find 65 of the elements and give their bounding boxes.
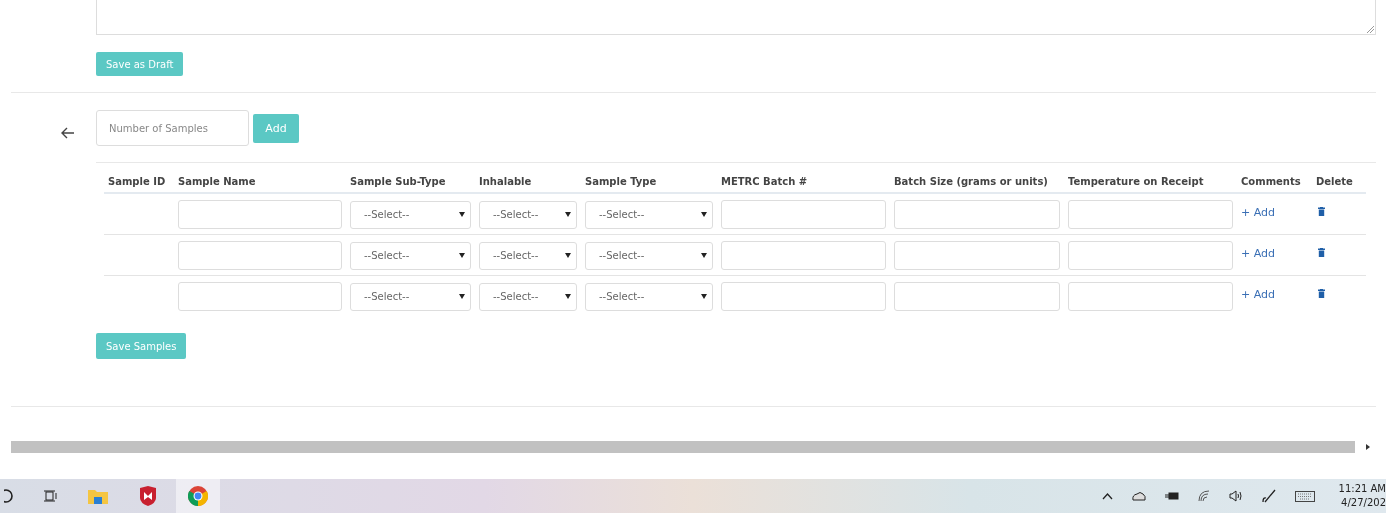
sample-name-field[interactable] <box>178 241 342 270</box>
column-header: Batch Size (grams or units) <box>890 163 1064 193</box>
sample-type-select[interactable]: --Select-- <box>585 241 713 270</box>
add-comment-link[interactable]: + Add <box>1241 247 1275 260</box>
caret-icon <box>701 253 707 258</box>
battery-icon[interactable] <box>1165 491 1179 501</box>
trash-icon[interactable] <box>1318 289 1325 298</box>
wifi-icon[interactable] <box>1198 490 1210 502</box>
column-header: METRC Batch # <box>717 163 890 193</box>
caret-icon <box>459 212 465 217</box>
column-header: Sample Type <box>581 163 717 193</box>
caret-icon <box>565 253 571 258</box>
sample-name-field[interactable] <box>178 200 342 229</box>
column-header: Sample Sub-Type <box>346 163 475 193</box>
column-header: Inhalable <box>475 163 581 193</box>
add-comment-link[interactable]: + Add <box>1241 288 1275 301</box>
task-view-icon[interactable] <box>44 489 58 503</box>
add-comment-link[interactable]: + Add <box>1241 206 1275 219</box>
sub-type-select[interactable]: --Select-- <box>350 200 471 229</box>
number-of-samples-field[interactable]: Number of Samples <box>96 110 249 146</box>
folder-icon[interactable] <box>88 488 108 504</box>
inhalable-select[interactable]: --Select-- <box>479 282 577 311</box>
sample-type-select[interactable]: --Select-- <box>585 282 713 311</box>
clock-time: 11:21 AM <box>1338 482 1386 496</box>
batch-size-field[interactable] <box>894 282 1060 311</box>
temperature-field[interactable] <box>1068 282 1233 311</box>
temperature-field[interactable] <box>1068 200 1233 229</box>
batch-number-field[interactable] <box>721 241 886 270</box>
sub-type-select[interactable]: --Select-- <box>350 241 471 270</box>
column-header: Comments <box>1237 163 1312 193</box>
chevron-up-icon[interactable] <box>1102 492 1113 500</box>
sample-name-field[interactable] <box>178 282 342 311</box>
temperature-field[interactable] <box>1068 241 1233 270</box>
batch-number-field[interactable] <box>721 200 886 229</box>
caret-icon <box>701 212 707 217</box>
speaker-icon[interactable] <box>1229 490 1243 502</box>
search-icon[interactable] <box>4 489 14 503</box>
inhalable-select[interactable]: --Select-- <box>479 200 577 229</box>
resize-grip-icon[interactable] <box>1366 25 1374 33</box>
caret-icon <box>701 294 707 299</box>
trash-icon[interactable] <box>1318 207 1325 216</box>
caret-icon <box>565 294 571 299</box>
scroll-right-icon[interactable] <box>1366 444 1370 450</box>
batch-size-field[interactable] <box>894 241 1060 270</box>
column-header: Temperature on Receipt <box>1064 163 1237 193</box>
column-header: Sample ID <box>104 163 174 193</box>
caret-icon <box>459 294 465 299</box>
batch-number-field[interactable] <box>721 282 886 311</box>
caret-icon <box>459 253 465 258</box>
scrollbar-thumb[interactable] <box>11 441 1355 453</box>
column-header: Delete <box>1312 163 1366 193</box>
caret-icon <box>565 212 571 217</box>
inhalable-select[interactable]: --Select-- <box>479 241 577 270</box>
back-arrow-icon[interactable] <box>61 127 75 139</box>
shield-icon[interactable] <box>138 486 158 506</box>
batch-size-field[interactable] <box>894 200 1060 229</box>
column-header: Sample Name <box>174 163 346 193</box>
sub-type-select[interactable]: --Select-- <box>350 282 471 311</box>
sample-type-select[interactable]: --Select-- <box>585 200 713 229</box>
browser-icon[interactable] <box>188 486 208 506</box>
pen-icon[interactable] <box>1262 489 1276 503</box>
keyboard-icon[interactable] <box>1295 490 1315 502</box>
cloud-icon[interactable] <box>1132 491 1146 501</box>
clock-date: 4/27/202 <box>1341 496 1386 510</box>
trash-icon[interactable] <box>1318 248 1325 257</box>
